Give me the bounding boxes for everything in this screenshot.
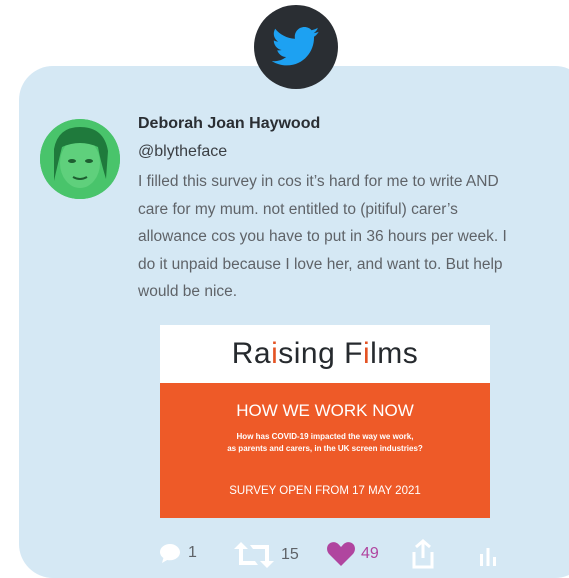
retweet-icon <box>234 542 274 568</box>
analytics-icon <box>480 548 496 566</box>
avatar[interactable] <box>40 119 120 199</box>
retweet-button[interactable]: 15 <box>233 542 299 568</box>
tweet-text: I filled this survey in cos it’s hard fo… <box>138 173 507 300</box>
tweet-media-image[interactable]: Raising Films HOW WE WORK NOW How has CO… <box>160 325 490 518</box>
promo-logo-area: Raising Films <box>160 325 490 383</box>
like-button[interactable]: 49 <box>327 542 379 566</box>
reply-icon <box>160 544 180 563</box>
tweet-actions: 1 15 49 <box>0 539 569 572</box>
like-count: 49 <box>361 545 379 562</box>
raising-films-logo: Raising Films <box>231 337 419 370</box>
avatar-portrait <box>40 119 120 199</box>
twitter-badge <box>254 5 338 89</box>
promo-footer: SURVEY OPEN FROM 17 MAY 2021 <box>229 485 421 497</box>
share-button[interactable] <box>410 538 436 570</box>
promo-banner: HOW WE WORK NOW How has COVID-19 impacte… <box>160 383 490 518</box>
reply-count: 1 <box>188 544 197 561</box>
twitter-bird-icon <box>272 27 320 66</box>
promo-subheading: How has COVID-19 impacted the way we wor… <box>227 432 423 453</box>
user-handle[interactable]: @blytheface <box>138 143 227 161</box>
promo-heading: HOW WE WORK NOW <box>236 401 414 420</box>
share-icon <box>412 539 434 569</box>
analytics-button[interactable] <box>478 544 498 566</box>
heart-icon <box>327 542 355 566</box>
display-name[interactable]: Deborah Joan Haywood <box>138 115 320 133</box>
retweet-count: 15 <box>281 546 299 563</box>
reply-button[interactable]: 1 <box>158 542 197 564</box>
